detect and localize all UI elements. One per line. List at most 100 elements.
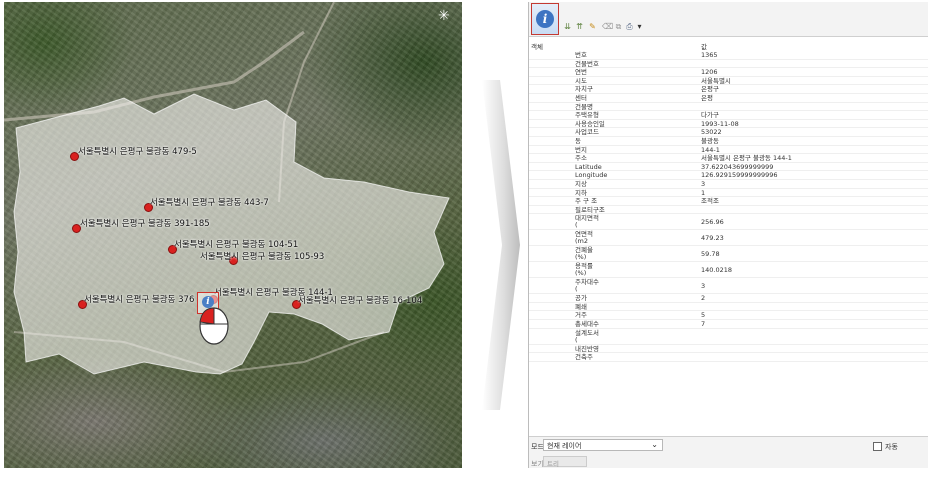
attribute-row[interactable]: 번지 144-1 bbox=[529, 146, 928, 155]
attribute-row[interactable]: 건폐율 (%) 59.78 bbox=[529, 246, 928, 263]
clear-icon[interactable]: ⌫ bbox=[602, 22, 613, 31]
attribute-row[interactable]: 번호 1365 bbox=[529, 51, 928, 60]
attribute-name: 폐쇄 bbox=[575, 302, 587, 311]
attribute-name: 지상 bbox=[575, 179, 587, 188]
mode-select-value: 현재 레이어 bbox=[547, 442, 582, 450]
attribute-row[interactable]: 주택유형 다가구 bbox=[529, 111, 928, 120]
attribute-name: 자치구 bbox=[575, 85, 593, 94]
attribute-row[interactable]: Longitude 126.929159999999996 bbox=[529, 171, 928, 180]
attribute-row[interactable]: 지상 3 bbox=[529, 180, 928, 189]
attribute-row[interactable]: 센터 은평 bbox=[529, 94, 928, 103]
attribute-row[interactable]: 동 불광동 bbox=[529, 137, 928, 146]
attribute-row[interactable]: 용적률 (%) 140.0218 bbox=[529, 262, 928, 279]
attribute-row[interactable]: 지하 1 bbox=[529, 189, 928, 198]
results-table-header: 객체 값 bbox=[529, 40, 928, 51]
attribute-row[interactable]: 주소 서울특별시 은평구 불광동 144-1 bbox=[529, 154, 928, 163]
attribute-value: 140.0218 bbox=[701, 266, 733, 275]
attribute-row[interactable]: 필로티구조 bbox=[529, 206, 928, 215]
attribute-row[interactable]: 연번 1206 bbox=[529, 68, 928, 77]
info-identify-icon[interactable]: i bbox=[531, 3, 559, 35]
identify-footer: 모드 현재 레이어 ⌄ 보기 트리 자동 bbox=[529, 436, 928, 468]
attribute-name: 주차대수 ( bbox=[575, 278, 599, 294]
attribute-name: 지하 bbox=[575, 188, 587, 197]
attribute-value: 7 bbox=[701, 320, 706, 329]
attribute-value: 불광동 bbox=[701, 136, 719, 145]
attribute-row[interactable]: 거주 5 bbox=[529, 311, 928, 321]
transition-arrow-icon bbox=[482, 80, 520, 410]
attribute-row[interactable]: 자치구 은평구 bbox=[529, 85, 928, 94]
attribute-name: Longitude bbox=[575, 171, 608, 180]
value-column-header: 값 bbox=[701, 43, 707, 51]
attribute-name: 사용승인일 bbox=[575, 119, 605, 128]
attribute-name: 시도 bbox=[575, 76, 587, 85]
attribute-value: 1993-11-08 bbox=[701, 119, 739, 128]
identify-toolbar: i ⇊ ⇈ ✎ ⌫ ⧉ ⎙ ▾ bbox=[529, 2, 928, 37]
attribute-name: 번지 bbox=[575, 145, 587, 154]
attribute-name: 동 bbox=[575, 136, 581, 145]
attribute-value: 2 bbox=[701, 294, 706, 303]
attribute-value: 3 bbox=[701, 179, 706, 188]
highlight-icon[interactable]: ✎ bbox=[588, 22, 597, 31]
attribute-row[interactable]: Latitude 37.622043699999999 bbox=[529, 163, 928, 172]
attribute-value: 479.23 bbox=[701, 234, 724, 243]
attribute-name: 주 구 조 bbox=[575, 197, 598, 206]
map-label: 서울특별시 은평구 불광동 391-185 bbox=[80, 219, 210, 229]
attribute-name: 건물번호 bbox=[575, 59, 599, 68]
feature-column-header: 객체 bbox=[531, 43, 543, 51]
satellite-map[interactable]: ✳ 서울특별시 은평구 불광동 479-5 서울특별시 은평구 불광동 443-… bbox=[4, 2, 462, 468]
attribute-row[interactable]: 건물명 bbox=[529, 103, 928, 112]
map-overlay bbox=[4, 2, 450, 375]
attribute-row[interactable]: 내진반영 bbox=[529, 345, 928, 354]
attribute-value: 256.96 bbox=[701, 218, 724, 227]
mode-select[interactable]: 현재 레이어 ⌄ bbox=[543, 439, 663, 451]
attribute-name: 주소 bbox=[575, 154, 587, 163]
map-label: 서울특별시 은평구 불광동 16-104 bbox=[298, 296, 423, 306]
attribute-name: 내진반영 bbox=[575, 344, 599, 353]
identify-results-panel: i ⇊ ⇈ ✎ ⌫ ⧉ ⎙ ▾ 객체 값 번호 1365 건물번호 연번 1206 시도 서… bbox=[528, 2, 928, 468]
expand-tree-icon[interactable]: ⇊ bbox=[563, 22, 572, 31]
attribute-value: 서울특별시 bbox=[701, 76, 731, 85]
map-label: 서울특별시 은평구 불광동 443-7 bbox=[150, 198, 269, 208]
attribute-row[interactable]: 설계도서 ( bbox=[529, 329, 928, 345]
auto-open-checkbox[interactable] bbox=[873, 442, 882, 451]
auto-open-label: 자동 bbox=[885, 443, 898, 451]
attribute-name: 필로티구조 bbox=[575, 205, 605, 214]
attribute-row[interactable]: 사업코드 53022 bbox=[529, 128, 928, 137]
map-label: 서울특별시 은평구 불광동 104-51 bbox=[174, 240, 299, 250]
attribute-row[interactable]: 건물번호 bbox=[529, 60, 928, 69]
collapse-tree-icon[interactable]: ⇈ bbox=[575, 22, 584, 31]
attribute-row[interactable]: 주 구 조 조적조 bbox=[529, 197, 928, 206]
view-select[interactable]: 트리 bbox=[543, 456, 587, 468]
attribute-row[interactable]: 연면적 (m2 479.23 bbox=[529, 230, 928, 247]
attribute-row[interactable]: 대지면적 ( 256.96 bbox=[529, 214, 928, 231]
attribute-name: 번호 bbox=[575, 51, 587, 59]
attribute-value: 59.78 bbox=[701, 250, 720, 259]
attribute-name: 공가 bbox=[575, 294, 587, 303]
attribute-value: 53022 bbox=[701, 128, 722, 137]
print-icon[interactable]: ⎙ bbox=[625, 22, 634, 31]
attribute-name: 센터 bbox=[575, 93, 587, 102]
results-rows: 번호 1365 건물번호 연번 1206 시도 서울특별시 자치구 은평구 센터 은평 건물명 주택유형… bbox=[529, 51, 928, 362]
attribute-value: 서울특별시 은평구 불광동 144-1 bbox=[701, 154, 792, 163]
copy-icon[interactable]: ⧉ bbox=[614, 22, 623, 31]
mode-label: 모드 bbox=[531, 443, 544, 451]
view-dropdown-icon[interactable]: ▾ bbox=[635, 22, 644, 31]
attribute-name: 건폐율 (%) bbox=[575, 246, 593, 262]
attribute-value: 조적조 bbox=[701, 197, 719, 206]
attribute-value: 144-1 bbox=[701, 145, 720, 154]
attribute-name: 대지면적 ( bbox=[575, 214, 599, 230]
attribute-row[interactable]: 총세대수 7 bbox=[529, 320, 928, 329]
attribute-row[interactable]: 폐쇄 bbox=[529, 303, 928, 312]
attribute-row[interactable]: 건축주 bbox=[529, 353, 928, 362]
view-select-value: 트리 bbox=[547, 460, 559, 468]
attribute-row[interactable]: 공가 2 bbox=[529, 294, 928, 303]
attribute-name: 사업코드 bbox=[575, 128, 599, 137]
map-label: 서울특별시 은평구 불광동 479-5 bbox=[78, 147, 197, 157]
mouse-cursor-icon bbox=[199, 307, 229, 345]
chevron-down-icon: ⌄ bbox=[651, 440, 658, 449]
attribute-row[interactable]: 주차대수 (3 bbox=[529, 278, 928, 295]
attribute-value: 1206 bbox=[701, 68, 718, 77]
map-label: 서울특별시 은평구 불광동 376 bbox=[84, 295, 195, 305]
attribute-value: 126.929159999999996 bbox=[701, 171, 778, 180]
attribute-name: 거주 bbox=[575, 311, 587, 320]
